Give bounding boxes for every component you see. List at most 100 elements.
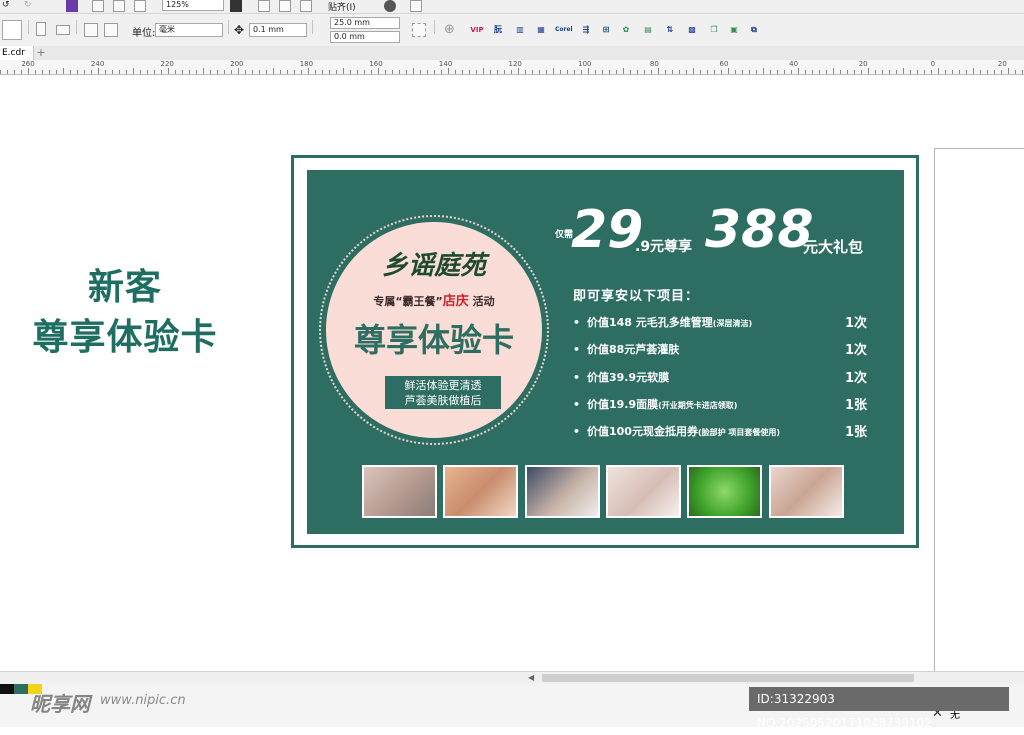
color-swatch-black[interactable]	[0, 684, 14, 694]
portrait-icon[interactable]	[36, 22, 46, 36]
export-icon[interactable]	[113, 0, 125, 12]
duplicate-y-field[interactable]: 0.0 mm	[330, 31, 400, 43]
scroll-thumb[interactable]	[542, 674, 914, 682]
ruler-tick	[336, 70, 337, 74]
page-size-spinner[interactable]	[2, 20, 22, 40]
photo-treatment-3[interactable]	[525, 465, 600, 518]
tool-icon[interactable]: ⇶	[580, 24, 592, 36]
ruler-label: 0	[930, 60, 936, 68]
grid-plugin-icon[interactable]: ▩	[686, 24, 698, 36]
add-plugin-icon[interactable]: ⊕	[444, 22, 455, 37]
publish-icon[interactable]	[134, 0, 146, 12]
promo-line: 专属“霸王餐”店庆 活动	[330, 290, 538, 309]
standard-toolbar: ↺ ↻ 125% 贴齐(I)	[0, 0, 1024, 14]
photo-facial-6[interactable]	[769, 465, 844, 518]
all-pages-icon[interactable]	[84, 23, 98, 37]
horizontal-ruler[interactable]: 260 240 220 200 180 160 140 120 100 80 60 40 20 0 20	[0, 60, 1024, 75]
ruler-tick	[686, 70, 687, 74]
ruler-tick	[210, 70, 211, 74]
nudge-distance-field[interactable]: 0.1 mm	[249, 23, 307, 37]
page-frame-icon[interactable]	[412, 23, 426, 37]
photo-aloe-gel[interactable]	[687, 465, 762, 518]
current-page-icon[interactable]	[104, 23, 118, 37]
ruler-tick	[217, 70, 218, 74]
units-dropdown[interactable]: 毫米	[155, 23, 223, 37]
ruler-tick	[952, 70, 953, 74]
vip-icon[interactable]: VIP	[470, 24, 484, 36]
horizontal-scrollbar[interactable]: ◀	[0, 671, 1024, 685]
ruler-tick	[91, 70, 92, 74]
slogan-line-2: 芦荟美肤做植后	[404, 394, 482, 407]
ruler-tick	[126, 70, 127, 74]
item-text: 价值19.9面膜	[587, 398, 659, 411]
photo-facial-2[interactable]	[443, 465, 518, 518]
qrcode-icon[interactable]: ▦	[535, 24, 547, 36]
bullet: •	[573, 398, 581, 411]
app-launcher-icon[interactable]	[410, 0, 422, 12]
guidelines-icon[interactable]	[300, 0, 312, 12]
undo-icon[interactable]: ↺	[2, 0, 16, 12]
ruler-tick	[966, 70, 967, 74]
ruler-tick	[385, 70, 386, 74]
ruler-tick	[735, 70, 736, 74]
duplicate-x-field[interactable]: 25.0 mm	[330, 17, 400, 29]
landscape-icon[interactable]	[56, 25, 70, 35]
ruler-tick	[812, 70, 813, 74]
color-plugin-icon[interactable]: ✿	[620, 24, 632, 36]
promo-text-a: 专属“霸王餐”	[373, 295, 443, 308]
barcode-icon[interactable]: ▥	[514, 24, 526, 36]
ruler-tick	[840, 70, 841, 74]
ruler-tick	[875, 70, 876, 74]
ruler-tick	[539, 70, 540, 74]
ruler-tick	[707, 70, 708, 74]
fullscreen-icon[interactable]	[230, 0, 242, 12]
ruler-tick	[833, 68, 834, 74]
ruler-tick	[350, 70, 351, 74]
document-tab[interactable]: E.cdr	[0, 46, 34, 60]
ruler-tick	[490, 70, 491, 74]
plugin-icon[interactable]: 朊	[492, 24, 504, 36]
ruler-tick	[602, 70, 603, 74]
ruler-tick	[917, 70, 918, 74]
ruler-tick	[420, 70, 421, 74]
ruler-tick	[112, 70, 113, 74]
redo-icon[interactable]: ↻	[24, 0, 38, 12]
photo-facial-4[interactable]	[606, 465, 681, 518]
zoom-dropdown[interactable]: 125%	[162, 0, 224, 11]
crop-plugin-icon[interactable]: ⧉	[748, 24, 760, 36]
promo-text-c: 活动	[472, 295, 495, 308]
list-item: • 价值88元芦荟灌肤 1次	[573, 341, 873, 359]
rulers-icon[interactable]	[258, 0, 270, 12]
ruler-tick	[959, 70, 960, 74]
ruler-tick	[595, 70, 596, 74]
ruler-tick	[49, 70, 50, 74]
corel-connect-icon[interactable]	[66, 0, 78, 12]
color-swatch-green[interactable]	[14, 684, 28, 694]
ruler-tick	[56, 70, 57, 74]
ruler-label: 260	[21, 60, 35, 68]
align-icon[interactable]: ⊞	[600, 24, 612, 36]
corel-icon[interactable]: Corel	[555, 24, 573, 36]
ruler-tick	[42, 70, 43, 74]
side-title-line-1: 新客	[87, 266, 162, 308]
options-gear-icon[interactable]	[384, 0, 396, 12]
copy-plugin-icon[interactable]: ❐	[708, 24, 720, 36]
scroll-left-icon[interactable]: ◀	[528, 673, 534, 682]
item-text: 价值88元芦荟灌肤	[587, 343, 680, 356]
import-icon[interactable]	[92, 0, 104, 12]
ruler-tick	[301, 70, 302, 74]
ruler-tick	[140, 70, 141, 74]
snap-to-dropdown[interactable]: 贴齐(I)	[328, 0, 356, 13]
ruler-tick	[826, 70, 827, 74]
photo-facial-1[interactable]	[362, 465, 437, 518]
ruler-tick	[700, 70, 701, 74]
circle-title: 尊享体验卡	[353, 321, 514, 359]
ruler-tick	[84, 70, 85, 74]
ruler-tick	[21, 70, 22, 74]
ruler-tick	[763, 68, 764, 74]
rgb-icon[interactable]: ▤	[642, 24, 654, 36]
image-plugin-icon[interactable]: ▣	[728, 24, 740, 36]
grid-icon[interactable]	[279, 0, 291, 12]
new-tab-icon[interactable]: +	[34, 46, 48, 60]
layout-icon[interactable]: ⇅	[664, 24, 676, 36]
